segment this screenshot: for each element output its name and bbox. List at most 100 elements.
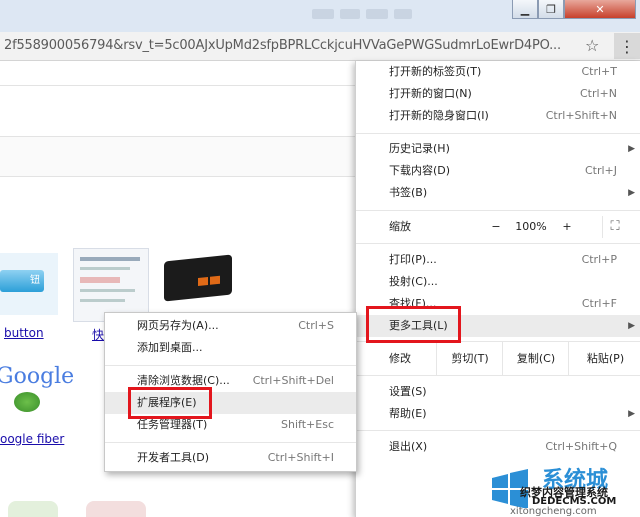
menu-separator xyxy=(356,210,640,211)
menu-label: 帮助(E) xyxy=(389,407,427,420)
thumbnail-partial[interactable] xyxy=(86,501,146,517)
maximize-button[interactable]: ❐ xyxy=(538,0,564,19)
menu-shortcut: Ctrl+Shift+Del xyxy=(252,374,334,387)
minimize-button[interactable]: ▁ xyxy=(512,0,538,19)
blurred-title xyxy=(366,9,388,19)
edit-label: 修改 xyxy=(389,352,411,365)
key-highlight xyxy=(210,275,220,285)
blurred-title xyxy=(312,9,334,19)
watermark: 系统城 织梦内容管理系统 DEDECMS.COM xitongcheng.com xyxy=(488,460,640,517)
submenu-arrow-icon: ▶ xyxy=(628,144,635,154)
menu-item-settings[interactable]: 设置(S) xyxy=(356,381,640,403)
zoom-label: 缩放 xyxy=(389,220,411,233)
menu-shortcut: Ctrl+N xyxy=(579,87,617,100)
menu-shortcut: Ctrl+Shift+N xyxy=(545,109,617,122)
watermark-line3: xitongcheng.com xyxy=(510,506,597,517)
menu-shortcut: Ctrl+J xyxy=(584,164,617,177)
menu-separator xyxy=(356,430,640,431)
thumbnail-google[interactable]: Google xyxy=(0,356,74,426)
window-title-bar: ▁ ❐ ✕ xyxy=(0,0,640,32)
menu-label: 设置(S) xyxy=(389,385,427,398)
menu-label: 下载内容(D) xyxy=(389,164,451,177)
menu-label: 打印(P)... xyxy=(389,253,437,266)
link-partial[interactable]: 快 xyxy=(92,326,104,343)
menu-separator xyxy=(105,365,356,366)
keyboard-image xyxy=(164,254,232,302)
divider xyxy=(0,176,355,177)
blurred-title xyxy=(340,9,360,19)
menu-label: 网页另存为(A)... xyxy=(137,319,219,332)
google-doodle-image xyxy=(14,392,40,412)
thumbnail-partial[interactable] xyxy=(8,501,58,517)
submenu-arrow-icon: ▶ xyxy=(628,409,635,419)
zoom-row: 缩放 − 100% + ⛶ xyxy=(356,216,640,238)
cut-button[interactable]: 剪切(T) xyxy=(436,342,503,375)
menu-item-new-window[interactable]: 打开新的窗口(N) Ctrl+N xyxy=(356,83,640,105)
menu-shortcut: Ctrl+P xyxy=(581,253,617,266)
menu-item-new-tab[interactable]: 打开新的标签页(T) Ctrl+T xyxy=(356,61,640,83)
zoom-in-button[interactable]: + xyxy=(555,216,579,238)
menu-item-help[interactable]: 帮助(E) ▶ xyxy=(356,403,640,425)
copy-button[interactable]: 复制(C) xyxy=(502,342,569,375)
menu-separator xyxy=(356,243,640,244)
menu-separator xyxy=(105,442,356,443)
menu-item-incognito[interactable]: 打开新的隐身窗口(I) Ctrl+Shift+N xyxy=(356,105,640,127)
submenu-item-save-page[interactable]: 网页另存为(A)... Ctrl+S xyxy=(105,315,356,337)
thumbnail-screenshot[interactable] xyxy=(73,248,149,322)
button-image: 钮 xyxy=(0,270,44,292)
fullscreen-icon[interactable]: ⛶ xyxy=(602,216,627,238)
chrome-main-menu: 打开新的标签页(T) Ctrl+T 打开新的窗口(N) Ctrl+N 打开新的隐身窗… xyxy=(355,61,640,517)
menu-shortcut: Ctrl+Shift+I xyxy=(267,451,334,464)
menu-label: 退出(X) xyxy=(389,440,428,453)
submenu-arrow-icon: ▶ xyxy=(628,321,635,331)
thumbnail-keyboard[interactable] xyxy=(162,248,234,312)
bookmark-star-icon[interactable]: ☆ xyxy=(585,36,599,55)
zoom-value: 100% xyxy=(515,220,547,233)
submenu-item-add-to-desktop[interactable]: 添加到桌面... xyxy=(105,337,356,359)
menu-label: 打开新的隐身窗口(I) xyxy=(389,109,489,122)
close-button[interactable]: ✕ xyxy=(564,0,636,19)
menu-shortcut: Shift+Esc xyxy=(281,418,334,431)
submenu-item-devtools[interactable]: 开发者工具(D) Ctrl+Shift+I xyxy=(105,447,356,469)
thumb-line xyxy=(80,277,120,283)
blurred-title xyxy=(394,9,412,19)
paste-button[interactable]: 粘贴(P) xyxy=(568,342,640,375)
chrome-menu-icon[interactable]: ⋮ xyxy=(614,33,640,59)
divider xyxy=(0,136,355,177)
menu-item-downloads[interactable]: 下载内容(D) Ctrl+J xyxy=(356,160,640,182)
submenu-arrow-icon: ▶ xyxy=(628,188,635,198)
zoom-out-button[interactable]: − xyxy=(484,216,508,238)
menu-shortcut: Ctrl+F xyxy=(581,297,617,310)
address-input[interactable]: 2f558900056794&rsv_t=5c00AJxUpMd2sfpBPRL… xyxy=(4,38,574,53)
menu-label: 投射(C)... xyxy=(389,275,438,288)
menu-item-cast[interactable]: 投射(C)... xyxy=(356,271,640,293)
thumb-line xyxy=(80,299,125,302)
menu-shortcut: Ctrl+Shift+Q xyxy=(545,440,617,453)
highlight-box-more-tools xyxy=(366,306,461,343)
menu-item-print[interactable]: 打印(P)... Ctrl+P xyxy=(356,249,640,271)
menu-label: 历史记录(H) xyxy=(389,142,450,155)
thumb-line xyxy=(80,267,130,270)
link-button[interactable]: button xyxy=(4,326,44,340)
menu-separator xyxy=(356,133,640,134)
menu-item-bookmarks[interactable]: 书签(B) ▶ xyxy=(356,182,640,204)
minimize-icon: ▁ xyxy=(520,2,530,16)
menu-shortcut: Ctrl+S xyxy=(298,319,334,332)
link-google-fiber[interactable]: oogle fiber xyxy=(0,432,64,446)
highlight-box-extensions xyxy=(128,387,212,419)
menu-label: 添加到桌面... xyxy=(137,341,203,354)
google-logo-text: Google xyxy=(0,364,75,389)
menu-label: 打开新的窗口(N) xyxy=(389,87,472,100)
menu-item-history[interactable]: 历史记录(H) ▶ xyxy=(356,138,640,160)
thumb-line xyxy=(80,289,135,292)
address-bar-row: 2f558900056794&rsv_t=5c00AJxUpMd2sfpBPRL… xyxy=(0,32,640,61)
restore-icon: ❐ xyxy=(546,2,556,16)
thumb-line xyxy=(80,257,140,261)
menu-label: 书签(B) xyxy=(389,186,428,199)
thumbnail-button[interactable]: 钮 xyxy=(0,253,58,315)
key-highlight xyxy=(198,276,208,286)
menu-item-exit[interactable]: 退出(X) Ctrl+Shift+Q xyxy=(356,436,640,458)
menu-label: 开发者工具(D) xyxy=(137,451,210,464)
divider xyxy=(0,85,355,86)
menu-label: 打开新的标签页(T) xyxy=(389,65,482,78)
